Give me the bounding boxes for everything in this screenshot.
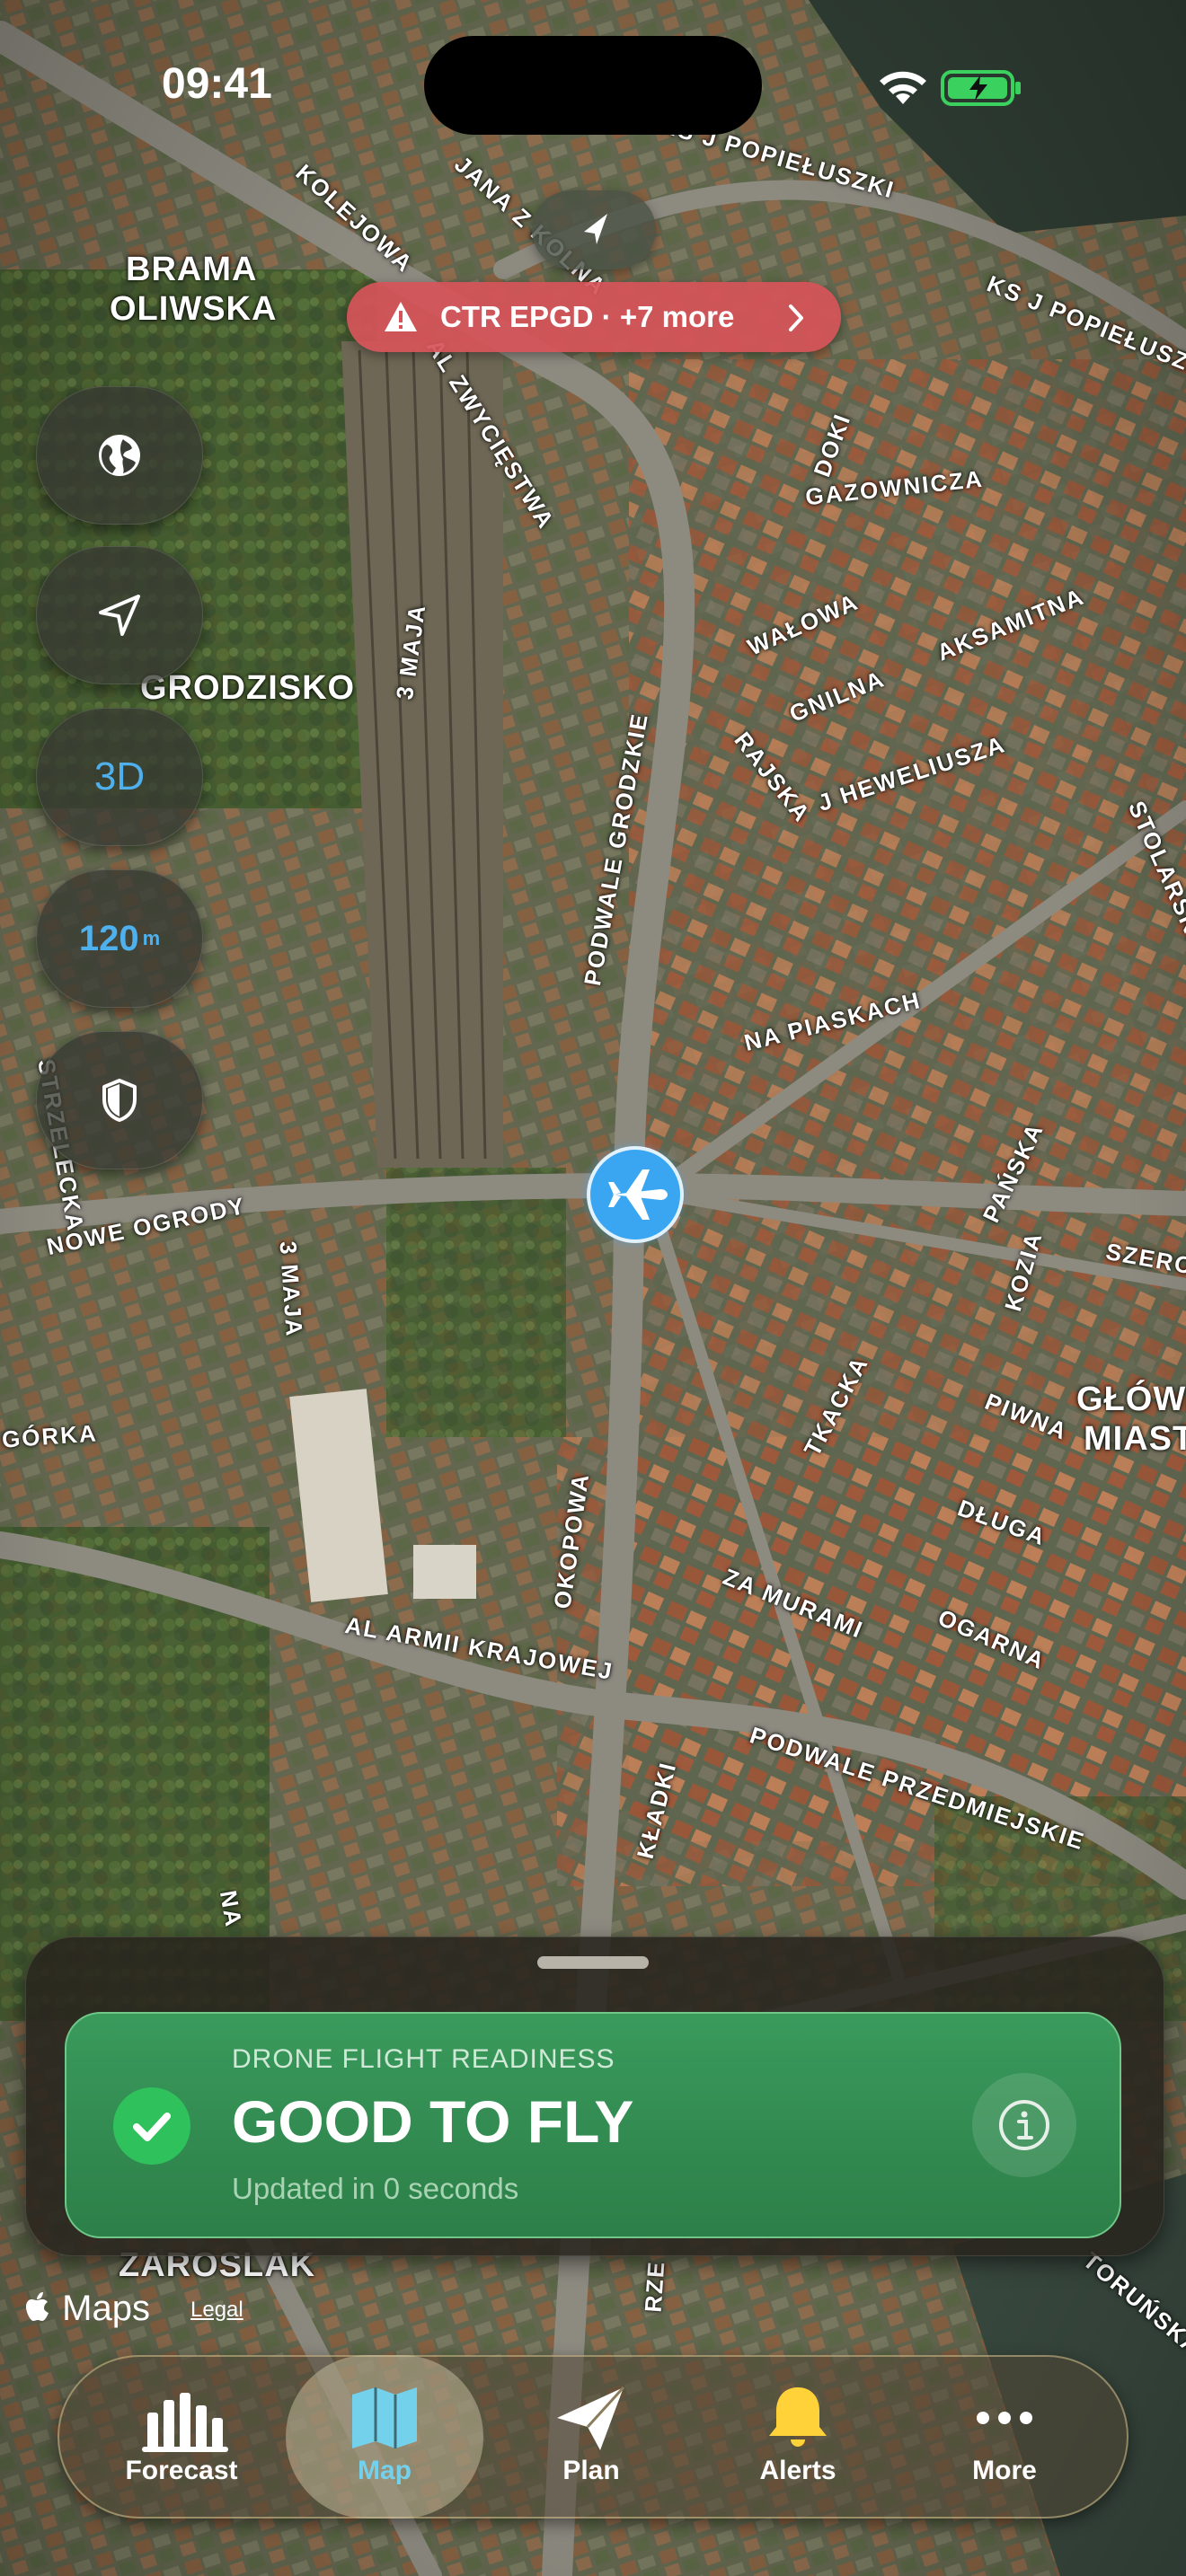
map-icon <box>352 2387 417 2448</box>
altitude-unit: m <box>142 927 161 949</box>
toggle-3d-label: 3D <box>93 754 146 798</box>
legal-link[interactable]: Legal <box>190 2298 243 2323</box>
tab-label: More <box>972 2456 1037 2485</box>
tab-map[interactable]: Map <box>286 2355 483 2519</box>
toggle-3d-button[interactable]: 3D <box>36 708 203 846</box>
drone-location-marker[interactable] <box>587 1146 684 1243</box>
compass-button[interactable] <box>532 190 656 269</box>
tab-more[interactable]: More <box>906 2355 1103 2519</box>
readiness-label: DRONE FLIGHT READINESS <box>232 2044 615 2074</box>
tab-label: Map <box>358 2456 412 2485</box>
map-district-label: OLIWSKA <box>110 290 278 328</box>
wifi-icon <box>880 71 926 104</box>
tab-alerts[interactable]: Alerts <box>699 2355 897 2519</box>
airspace-alert-pill[interactable]: CTR EPGD · +7 more <box>347 282 841 352</box>
chart-bars-icon <box>142 2393 228 2452</box>
paper-plane-icon <box>557 2386 625 2450</box>
battery-charging-icon <box>941 70 1021 106</box>
readiness-status: GOOD TO FLY <box>232 2088 634 2155</box>
apple-maps-credit: Maps <box>25 2289 150 2329</box>
status-icons <box>876 65 1029 110</box>
shield-icon <box>102 1079 137 1122</box>
ellipsis-icon <box>977 2412 1032 2424</box>
alert-text: CTR EPGD · +7 more <box>440 300 735 333</box>
readiness-updated: Updated in 0 seconds <box>232 2172 519 2205</box>
map-street-label: RZE <box>639 2259 670 2314</box>
bell-icon <box>769 2387 827 2447</box>
chevron-right-icon <box>789 304 803 331</box>
tab-label: Plan <box>562 2456 620 2485</box>
altitude-value: 120 <box>78 918 139 958</box>
info-button[interactable] <box>972 2073 1076 2177</box>
tab-label: Forecast <box>125 2456 238 2485</box>
map-district-label: GŁÓWNE <box>1076 1381 1186 1418</box>
airspace-layer-button[interactable] <box>36 1031 203 1169</box>
map-district-label: BRAMA <box>126 251 258 288</box>
recenter-button[interactable] <box>36 546 203 684</box>
map-style-button[interactable] <box>36 386 203 525</box>
ready-checkmark-icon <box>113 2087 190 2165</box>
sheet-grabber[interactable] <box>537 1956 649 1969</box>
info-icon <box>999 2100 1049 2150</box>
altitude-button[interactable]: 120 m <box>36 869 203 1008</box>
map-district-label: MIASTO <box>1084 1420 1186 1458</box>
apple-logo-icon <box>26 2292 49 2321</box>
tab-forecast[interactable]: Forecast <box>83 2355 280 2519</box>
location-arrow-outline-icon <box>99 595 140 636</box>
tab-plan[interactable]: Plan <box>492 2355 690 2519</box>
tab-label: Alerts <box>759 2456 836 2485</box>
status-time: 09:41 <box>162 60 272 108</box>
warning-icon <box>385 302 417 331</box>
dynamic-island <box>424 36 762 135</box>
airplane-icon <box>608 1169 668 1220</box>
location-arrow-icon <box>584 214 607 244</box>
globe-icon <box>99 435 140 476</box>
maps-text: Maps <box>62 2289 150 2328</box>
